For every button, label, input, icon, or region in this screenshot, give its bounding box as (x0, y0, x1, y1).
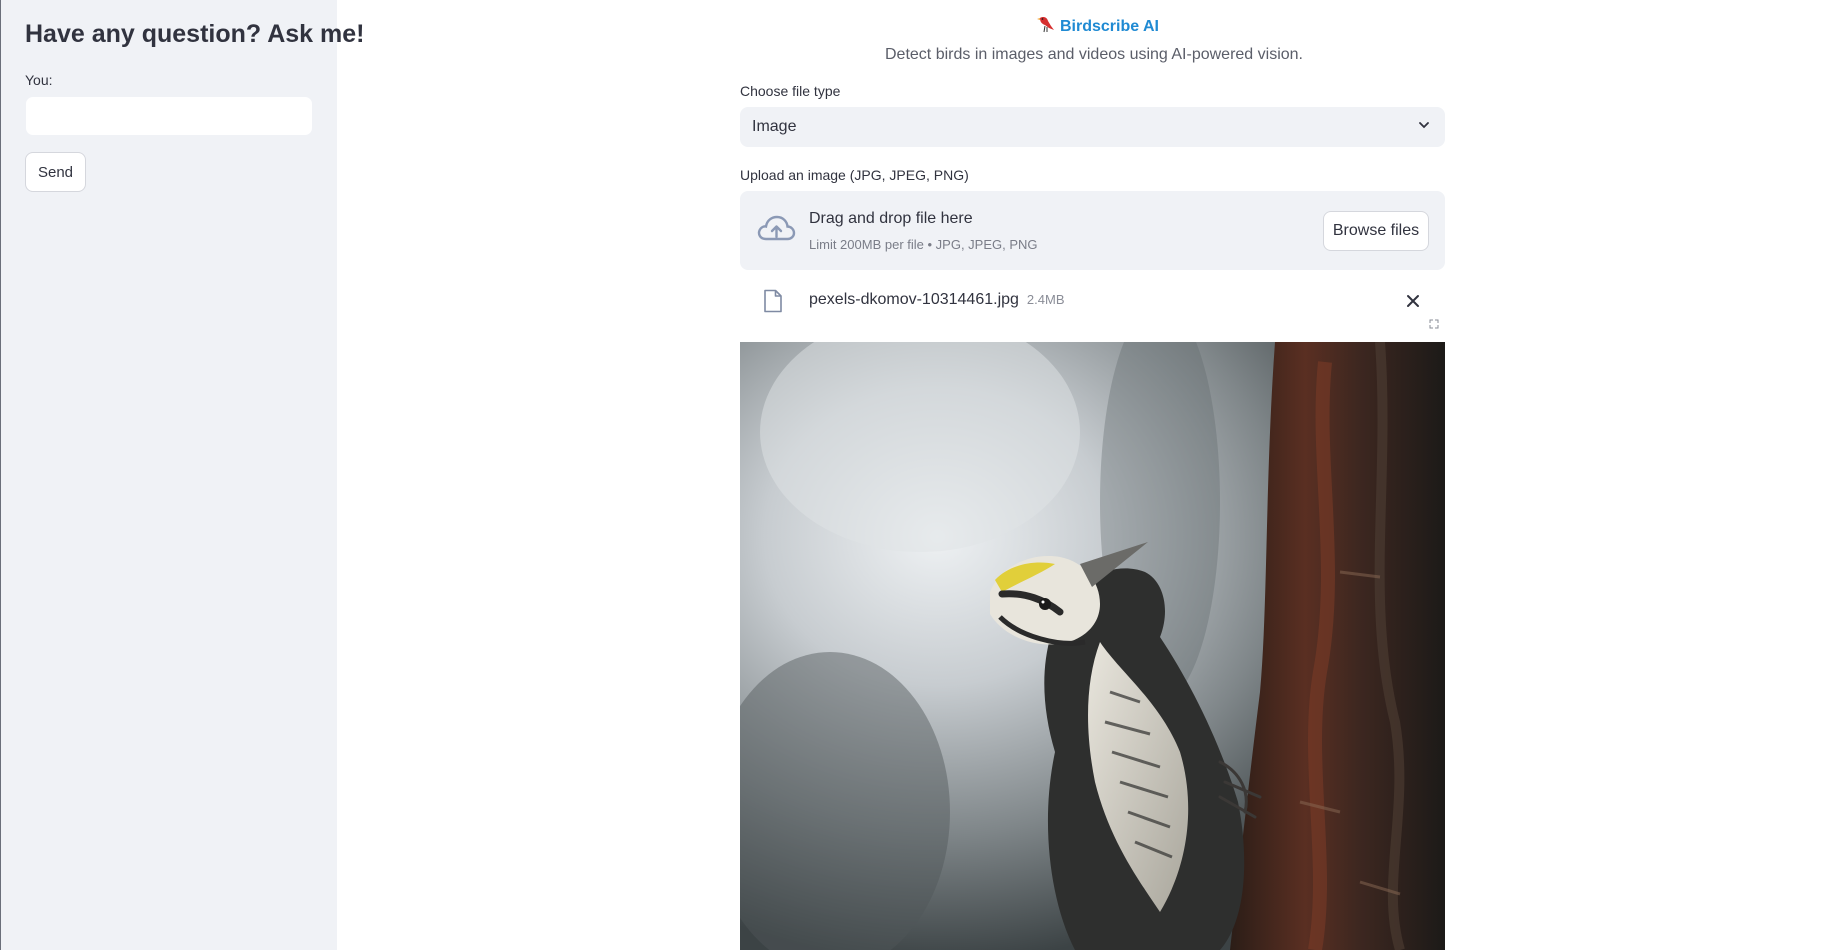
bird-icon (1036, 14, 1056, 39)
chat-input-label: You: (25, 72, 53, 88)
dropzone-title: Drag and drop file here (809, 210, 973, 227)
browse-files-button[interactable]: Browse files (1323, 211, 1429, 251)
uploaded-image-preview (740, 342, 1445, 950)
upload-label: Upload an image (JPG, JPEG, PNG) (740, 167, 969, 183)
sidebar-title: Have any question? Ask me! (25, 20, 365, 48)
file-size: 2.4MB (1026, 292, 1065, 307)
file-icon (763, 289, 783, 318)
sidebar: Have any question? Ask me! You: Send (0, 0, 364, 950)
chevron-down-icon (1417, 118, 1431, 137)
file-name-text: pexels-dkomov-10314461.jpg (809, 291, 1019, 308)
app-title[interactable]: Birdscribe AI (1060, 18, 1159, 36)
file-type-selected-value: Image (752, 118, 797, 135)
close-icon[interactable] (1403, 291, 1423, 311)
chat-input[interactable] (25, 96, 313, 136)
uploaded-file-name: pexels-dkomov-10314461.jpg 2.4MB (809, 291, 1065, 309)
dropzone-limit: Limit 200MB per file • JPG, JPEG, PNG (809, 237, 1038, 252)
expand-icon[interactable] (1422, 314, 1446, 334)
file-type-select[interactable]: Image (740, 107, 1445, 147)
file-dropzone[interactable]: Drag and drop file here Limit 200MB per … (740, 191, 1445, 270)
uploaded-file-row: pexels-dkomov-10314461.jpg 2.4MB (740, 285, 1445, 317)
send-button[interactable]: Send (25, 152, 86, 192)
app-subtitle: Detect birds in images and videos using … (885, 46, 1303, 63)
file-type-label: Choose file type (740, 83, 841, 99)
cloud-upload-icon (756, 213, 796, 252)
app-brand: Birdscribe AI (1036, 14, 1159, 39)
